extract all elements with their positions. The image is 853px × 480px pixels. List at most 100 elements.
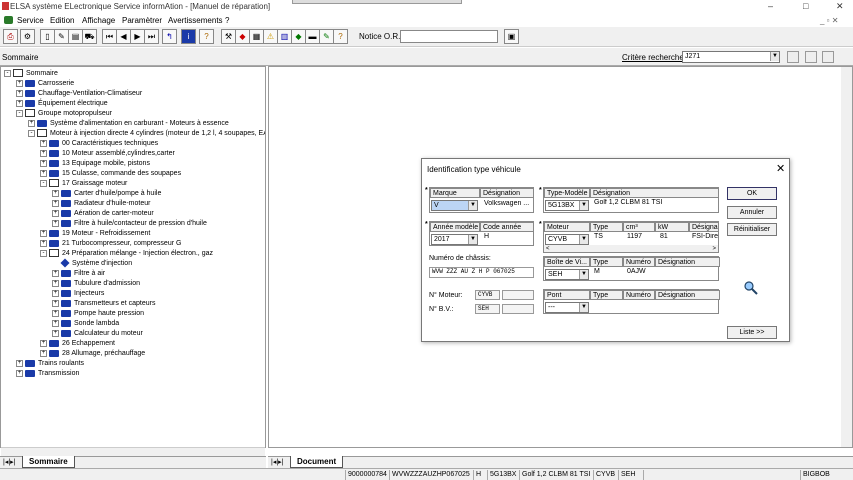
expand-icon[interactable]: + [16, 99, 23, 107]
expand-icon[interactable]: + [16, 369, 23, 377]
expand-icon[interactable]: + [52, 309, 59, 317]
moteur-select[interactable]: CYVB ▼ [545, 234, 589, 245]
menu-help[interactable]: ? [225, 16, 229, 25]
collapse-icon[interactable]: - [4, 69, 11, 77]
tree-node[interactable]: + Transmetteurs et capteurs [52, 299, 155, 309]
prev-icon[interactable]: ◀ [116, 29, 131, 44]
maximize-icon[interactable]: □ [803, 1, 808, 11]
tab-document[interactable]: Document [290, 456, 344, 468]
settings-icon[interactable]: ⚙ [20, 29, 35, 44]
expand-icon[interactable]: + [40, 169, 47, 177]
tree-node[interactable]: + Filtre à air [52, 269, 105, 279]
first-icon[interactable]: ⏮ [102, 29, 117, 44]
tree-node[interactable]: +13 Equipage mobile, pistons [40, 159, 150, 169]
expand-icon[interactable]: + [40, 339, 47, 347]
menu-affichage[interactable]: Affichage [82, 16, 115, 25]
minimize-icon[interactable]: – [768, 1, 773, 11]
tree-node[interactable]: + Radiateur d'huile-moteur [52, 199, 150, 209]
new-document-icon[interactable]: ▯ [40, 29, 55, 44]
tree-node[interactable]: - 17 Graissage moteur [40, 179, 127, 189]
tree-node[interactable]: +28 Allumage, préchauffage [40, 349, 145, 359]
collapse-icon[interactable]: - [40, 249, 47, 257]
labour-time-icon[interactable]: ◆ [291, 29, 306, 44]
notice-input[interactable] [400, 30, 498, 43]
tree-node[interactable]: +21 Turbocompresseur, compresseur G [40, 239, 181, 249]
menu-service[interactable]: Service [17, 16, 44, 25]
tree-node[interactable]: + Sonde lambda [52, 319, 119, 329]
menu-parametrer[interactable]: Paramètrer [122, 16, 162, 25]
magnifier-icon[interactable] [744, 281, 758, 295]
document-vertical-scrollbar[interactable] [841, 67, 852, 447]
expand-icon[interactable]: + [52, 219, 59, 227]
menu-edition[interactable]: Edition [50, 16, 74, 25]
tree-node[interactable]: + Tubulure d'admission [52, 279, 140, 289]
expand-icon[interactable]: + [40, 149, 47, 157]
tree-node[interactable]: +10 Moteur assemblé,cylindres,carter [40, 149, 175, 159]
search-icon[interactable] [787, 51, 799, 63]
tree-node[interactable]: + Transmission [16, 369, 79, 379]
search-document-icon[interactable]: ▤ [68, 29, 83, 44]
tree-node[interactable]: +15 Culasse, commande des soupapes [40, 169, 181, 179]
question-icon[interactable]: ? [333, 29, 348, 44]
tree-node[interactable]: + Filtre à huile/contacteur de pression d… [52, 219, 207, 229]
tree-node[interactable]: + Carrosserie [16, 79, 74, 89]
expand-icon[interactable]: + [16, 79, 23, 87]
expand-icon[interactable]: + [16, 359, 23, 367]
expand-icon[interactable]: + [40, 159, 47, 167]
tree-node[interactable]: + Injecteurs [52, 289, 104, 299]
type-select[interactable]: 5G13BX ▼ [545, 200, 589, 211]
mdi-controls[interactable]: _ ▫ ✕ [820, 16, 838, 25]
tab-sommaire[interactable]: Sommaire [22, 456, 75, 468]
menu-avertissements[interactable]: Avertissements [168, 16, 223, 25]
tree-node[interactable]: - 24 Préparation mélange - Injection élec… [40, 249, 213, 259]
expand-icon[interactable]: + [52, 269, 59, 277]
edit-icon[interactable]: ✎ [54, 29, 69, 44]
help-icon[interactable]: ? [199, 29, 214, 44]
tab-nav-icon[interactable]: |◂|▸| [3, 458, 15, 466]
expand-icon[interactable]: + [52, 289, 59, 297]
close-icon[interactable]: ✕ [836, 1, 844, 12]
prev-result-icon[interactable] [805, 51, 817, 63]
expand-icon[interactable]: + [52, 329, 59, 337]
marque-select[interactable]: V ▼ [431, 200, 478, 211]
expand-icon[interactable]: + [40, 349, 47, 357]
tree-node[interactable]: - Sommaire [4, 69, 58, 79]
tree-node[interactable]: + Aération de carter-moteur [52, 209, 154, 219]
diagnosis-icon[interactable]: ◆ [235, 29, 250, 44]
tree-node[interactable]: + Carter d'huile/pompe à huile [52, 189, 161, 199]
info-icon[interactable]: i [181, 29, 196, 44]
list-button[interactable]: Liste >> [727, 326, 777, 339]
tree-node[interactable]: +26 Echappement [40, 339, 115, 349]
tree-node[interactable]: - Groupe motopropulseur [16, 109, 112, 119]
criteria-select[interactable]: J271 ▼ [682, 51, 780, 63]
moteur-horizontal-scrollbar[interactable]: < > [544, 245, 718, 252]
tree-node[interactable]: + Trains roulants [16, 359, 84, 369]
warning-icon[interactable]: ⚠ [263, 29, 278, 44]
tree-node[interactable]: + Calculateur du moteur [52, 329, 143, 339]
next-icon[interactable]: ▶ [130, 29, 145, 44]
tree-node[interactable]: +00 Caractéristiques techniques [40, 139, 158, 149]
vehicle-icon[interactable]: ▬ [305, 29, 320, 44]
database-icon[interactable]: ▥ [277, 29, 292, 44]
tab-nav-icon[interactable]: |◂|▸| [271, 458, 283, 466]
notice-browse-icon[interactable]: ▣ [504, 29, 519, 44]
tools-icon[interactable]: ⚒ [221, 29, 236, 44]
print-icon[interactable]: ⎙ [3, 29, 18, 44]
cancel-button[interactable]: Annuler [727, 206, 777, 219]
tree-node[interactable]: + Système d'alimentation en carburant - M… [28, 119, 229, 129]
collapse-icon[interactable]: - [28, 129, 35, 137]
expand-icon[interactable]: + [52, 209, 59, 217]
tree-node[interactable]: + Équipement électrique [16, 99, 108, 109]
expand-icon[interactable]: + [52, 319, 59, 327]
edit-green-icon[interactable]: ✎ [319, 29, 334, 44]
car-icon[interactable]: ⛟ [82, 29, 97, 44]
boite-select[interactable]: SEH ▼ [545, 269, 589, 280]
last-icon[interactable]: ⏭ [144, 29, 159, 44]
tree-node[interactable]: Système d'injection [52, 258, 132, 269]
tree-node[interactable]: - Moteur à injection directe 4 cylindres … [28, 129, 265, 139]
up-level-icon[interactable]: ↰ [162, 29, 177, 44]
tree-node[interactable]: + Chauffage-Ventilation-Climatiseur [16, 89, 142, 99]
expand-icon[interactable]: + [40, 139, 47, 147]
app-menu-icon[interactable] [4, 16, 13, 24]
expand-icon[interactable]: + [52, 199, 59, 207]
